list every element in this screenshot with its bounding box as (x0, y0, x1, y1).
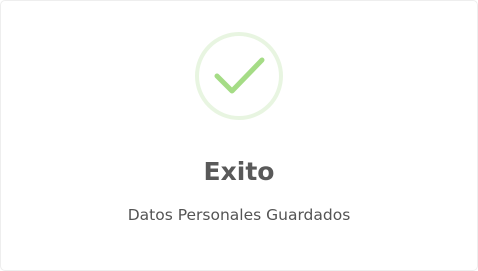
dialog-title: Exito (203, 157, 275, 186)
dialog-message: Datos Personales Guardados (127, 206, 351, 224)
success-alert-dialog: Exito Datos Personales Guardados (0, 0, 478, 271)
success-check-icon (195, 32, 283, 120)
